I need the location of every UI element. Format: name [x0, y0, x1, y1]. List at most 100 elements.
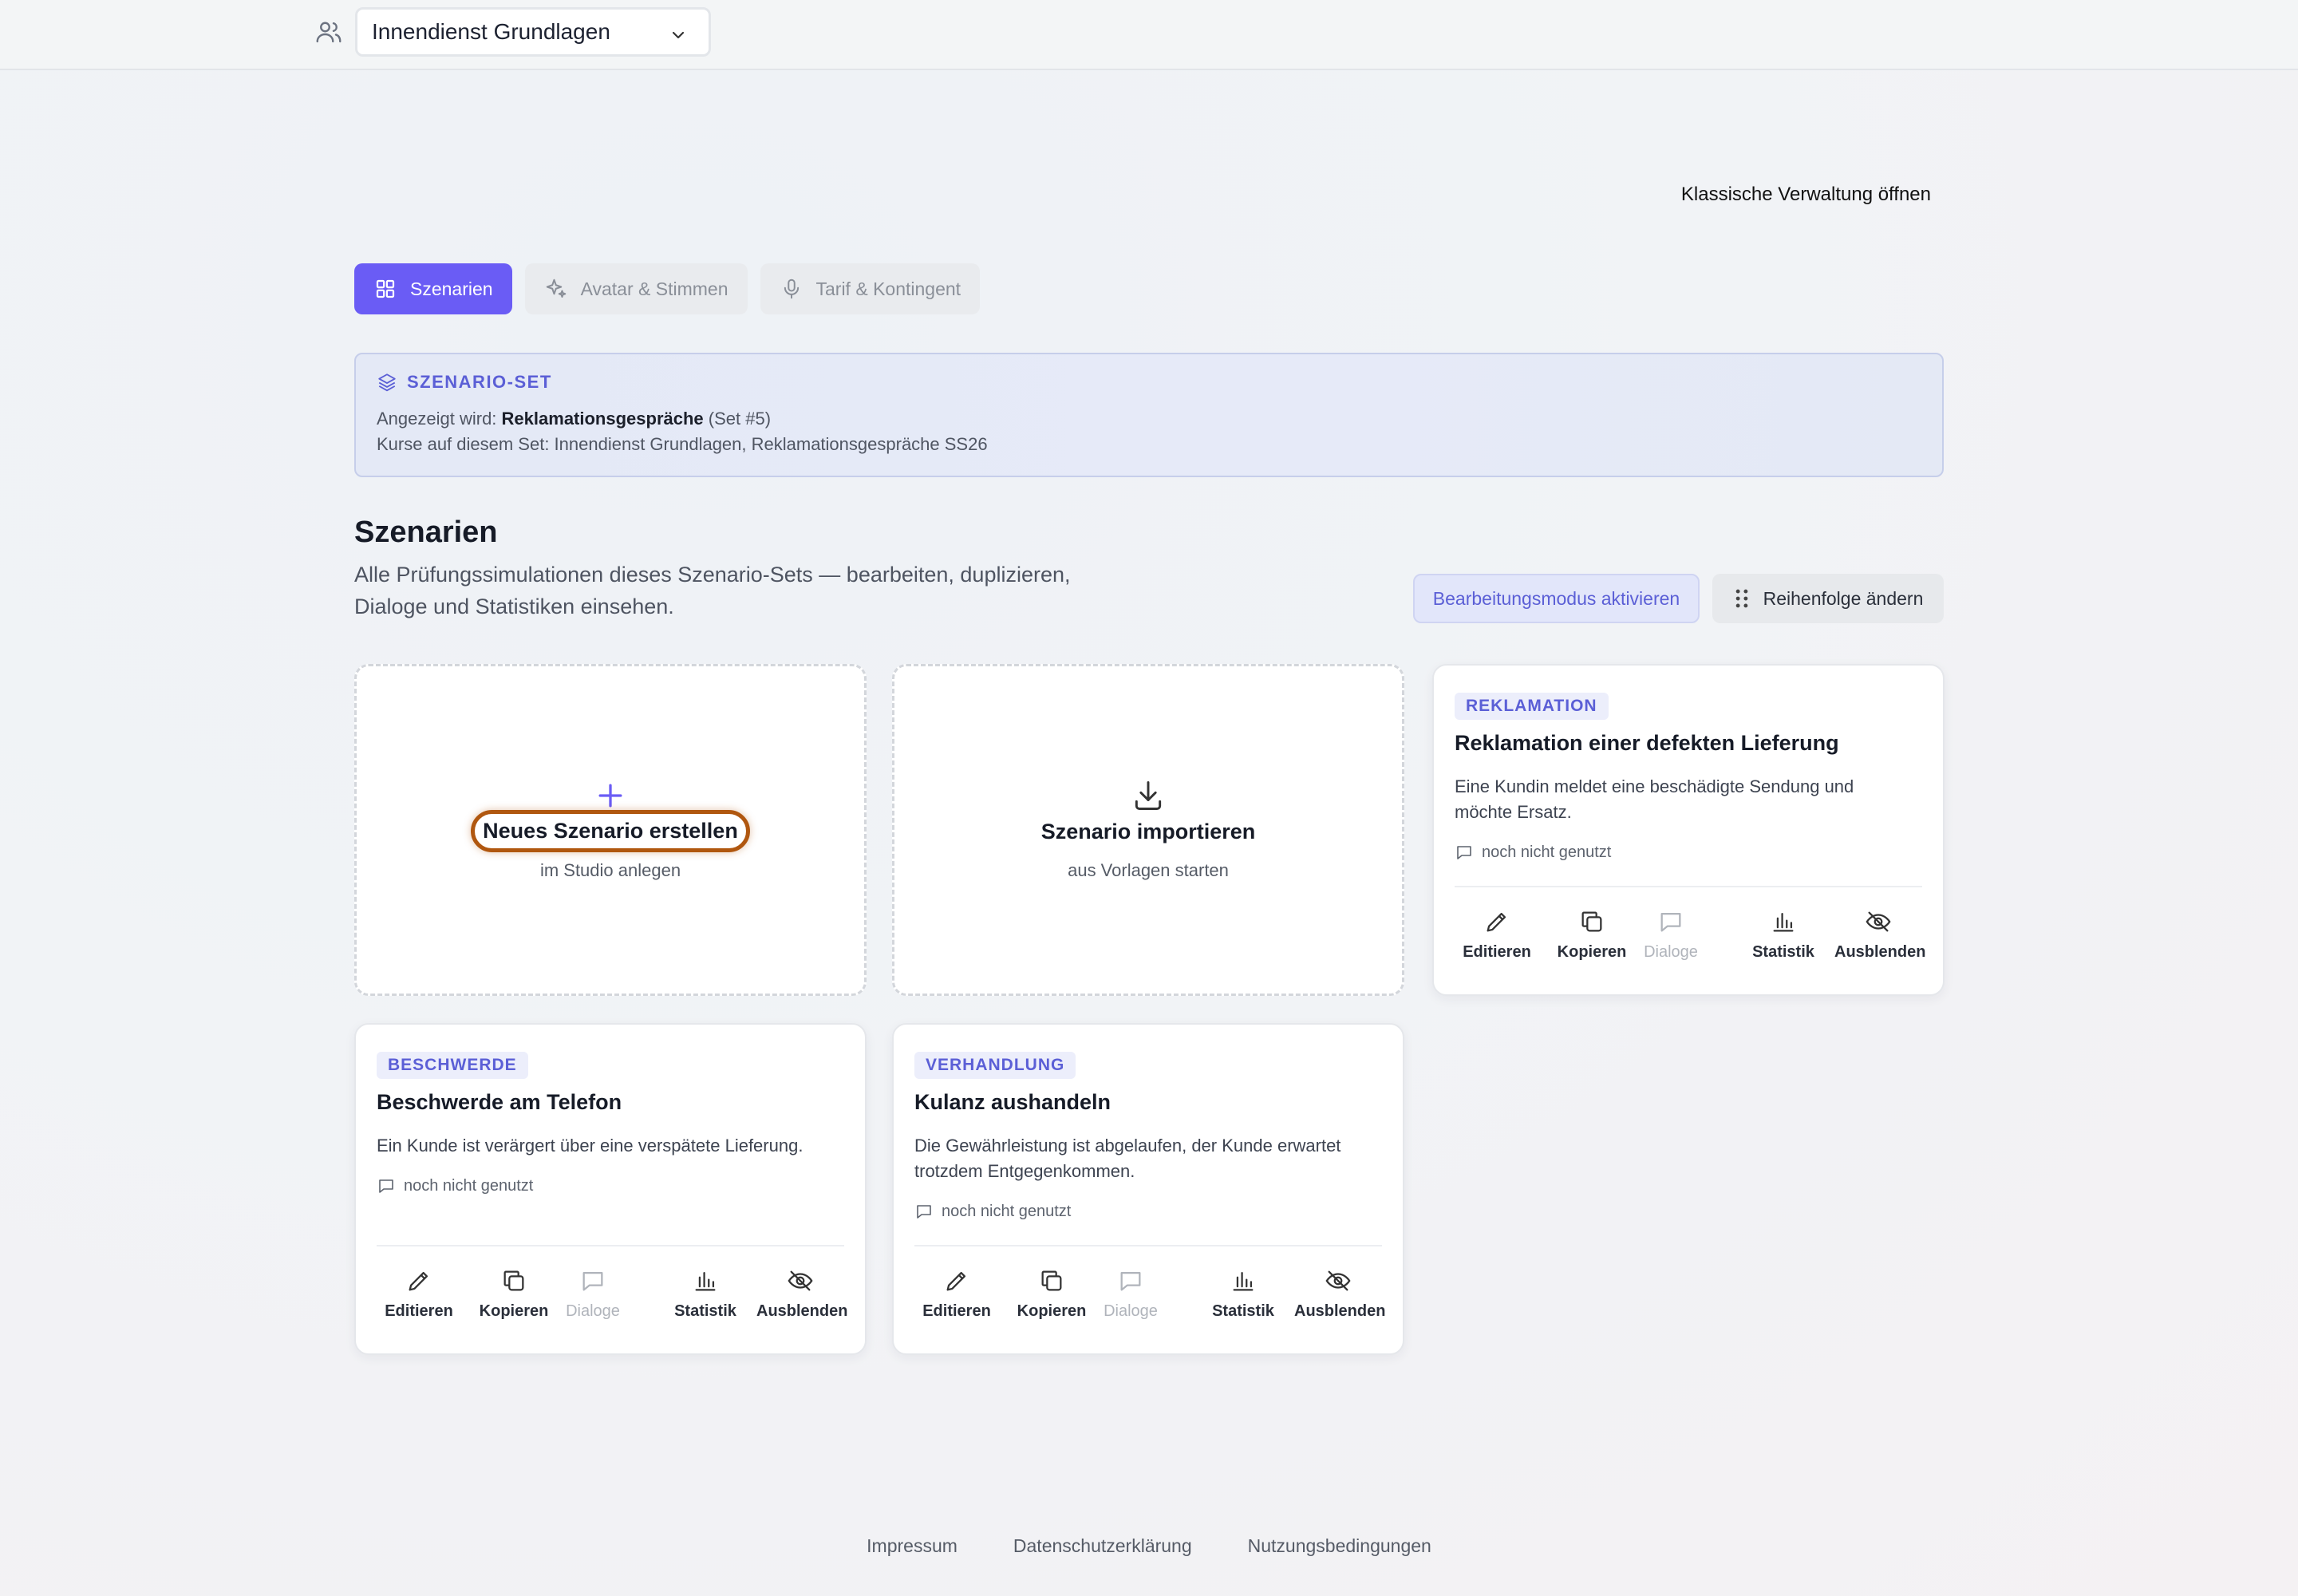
- import-scenario-title: Szenario importieren: [1040, 820, 1256, 843]
- edit-button[interactable]: Editieren: [913, 1267, 1001, 1321]
- chevron-down-icon: [672, 31, 685, 39]
- scenario-usage-text: noch nicht genutzt: [404, 1176, 534, 1195]
- shown-prefix: Angezeigt wird:: [377, 409, 497, 429]
- tab-plan-quota[interactable]: Tarif & Kontingent: [760, 263, 981, 314]
- copy-button[interactable]: Kopieren: [1548, 908, 1636, 962]
- edit-label: Editieren: [385, 1302, 453, 1320]
- reorder-button[interactable]: Reihenfolge ändern: [1712, 574, 1944, 623]
- scenario-description: Die Gewährleistung ist abgelaufen, der K…: [914, 1136, 1341, 1181]
- course-select[interactable]: Innendienst Grundlagen: [355, 7, 711, 57]
- users-icon: [316, 22, 342, 43]
- scenario-tag: BESCHWERDE: [377, 1052, 528, 1079]
- scenario-tag: REKLAMATION: [1455, 693, 1609, 720]
- pencil-icon: [946, 1271, 966, 1291]
- copy-icon: [1581, 911, 1602, 932]
- copy-icon: [1041, 1270, 1062, 1291]
- statistics-label: Statistik: [674, 1302, 736, 1320]
- scenario-set-courses: Kurse auf diesem Set: Innendienst Grundl…: [377, 434, 988, 454]
- scenario-tag: VERHANDLUNG: [914, 1052, 1076, 1079]
- create-scenario-card[interactable]: Neues Szenario erstellen im Studio anleg…: [354, 664, 867, 996]
- layers-icon: [378, 373, 396, 392]
- tab-label: Tarif & Kontingent: [815, 278, 961, 299]
- shown-set-id: (Set #5): [708, 409, 772, 429]
- tab-label: Avatar & Stimmen: [580, 278, 728, 299]
- dialogs-label: Dialoge: [566, 1302, 620, 1320]
- copy-label: Kopieren: [1017, 1302, 1087, 1320]
- statistics-button[interactable]: Statistik: [661, 1267, 749, 1321]
- scenario-actions: Editieren Kopieren Dialoge Statistik Aus…: [356, 1267, 865, 1339]
- hide-label: Ausblenden: [1294, 1302, 1386, 1320]
- dialogs-button[interactable]: Dialoge: [549, 1267, 637, 1321]
- scenario-usage: noch nicht genutzt: [1455, 843, 1611, 862]
- scenario-description: Eine Kundin meldet eine beschädigte Send…: [1455, 776, 1854, 822]
- hide-button[interactable]: Ausblenden: [1294, 1267, 1386, 1321]
- dialogs-button[interactable]: Dialoge: [1627, 908, 1715, 962]
- import-scenario-card[interactable]: Szenario importieren aus Vorlagen starte…: [892, 664, 1404, 996]
- hide-button[interactable]: Ausblenden: [1834, 908, 1926, 962]
- footer-impressum-link[interactable]: Impressum: [867, 1535, 958, 1557]
- scenario-title: Beschwerde am Telefon: [377, 1090, 622, 1114]
- scenario-actions: Editieren Kopieren Dialoge Statistik Aus…: [894, 1267, 1403, 1339]
- footer-privacy-link[interactable]: Datenschutzerklärung: [1013, 1535, 1192, 1557]
- scenario-card: VERHANDLUNG Kulanz aushandeln Die Gewähr…: [892, 1023, 1404, 1355]
- chat-bubble-icon: [379, 1179, 393, 1193]
- download-icon: [1135, 781, 1162, 810]
- scenario-title: Kulanz aushandeln: [914, 1090, 1111, 1114]
- drag-handle-icon: [1735, 589, 1747, 608]
- scenario-actions: Editieren Kopieren Dialoge Statistik Aus…: [1434, 908, 1943, 980]
- tab-avatar-voices[interactable]: Avatar & Stimmen: [524, 263, 748, 314]
- sparkles-icon: [546, 279, 566, 298]
- statistics-label: Statistik: [1752, 943, 1814, 961]
- card-divider: [1455, 886, 1922, 887]
- create-scenario-title[interactable]: Neues Szenario erstellen: [471, 810, 750, 852]
- scenario-usage: noch nicht genutzt: [377, 1176, 533, 1195]
- statistics-button[interactable]: Statistik: [1739, 908, 1827, 962]
- scenario-set-shown: Angezeigt wird: Reklamationsgespräche (S…: [377, 409, 771, 429]
- dialogs-label: Dialoge: [1644, 943, 1698, 961]
- copy-label: Kopieren: [1557, 943, 1627, 961]
- statistics-label: Statistik: [1212, 1302, 1274, 1320]
- create-scenario-sub: im Studio anlegen: [539, 860, 681, 880]
- statistics-button[interactable]: Statistik: [1199, 1267, 1287, 1321]
- chat-bubble-icon: [1457, 846, 1471, 859]
- edit-mode-button[interactable]: Bearbeitungsmodus aktivieren: [1413, 574, 1700, 623]
- reorder-label: Reihenfolge ändern: [1763, 587, 1924, 609]
- section-title: Szenarien: [354, 516, 498, 549]
- chat-bubble-icon: [917, 1205, 931, 1219]
- scenario-set-info: SZENARIO-SET Angezeigt wird: Reklamation…: [354, 353, 1944, 477]
- copy-button[interactable]: Kopieren: [470, 1267, 558, 1321]
- eye-off-icon: [1866, 911, 1891, 932]
- copy-button[interactable]: Kopieren: [1008, 1267, 1096, 1321]
- card-divider: [377, 1245, 844, 1246]
- bar-chart-icon: [1773, 912, 1794, 932]
- scenario-usage-text: noch nicht genutzt: [1482, 843, 1612, 861]
- dialogs-label: Dialoge: [1104, 1302, 1158, 1320]
- hide-label: Ausblenden: [756, 1302, 848, 1320]
- footer-terms-link[interactable]: Nutzungsbedingungen: [1248, 1535, 1431, 1557]
- chat-bubble-icon: [1120, 1271, 1141, 1291]
- scenario-usage-text: noch nicht genutzt: [942, 1202, 1072, 1220]
- eye-off-icon: [1325, 1270, 1351, 1291]
- tab-scenarios[interactable]: Szenarien: [354, 263, 512, 314]
- dialogs-button[interactable]: Dialoge: [1087, 1267, 1175, 1321]
- grid-icon: [376, 279, 395, 298]
- edit-button[interactable]: Editieren: [1453, 908, 1541, 962]
- scenario-set-heading-text: SZENARIO-SET: [407, 372, 552, 392]
- pencil-icon: [409, 1271, 428, 1291]
- edit-button[interactable]: Editieren: [375, 1267, 463, 1321]
- scenario-usage: noch nicht genutzt: [914, 1202, 1071, 1221]
- classic-admin-link[interactable]: Klassische Verwaltung öffnen: [1668, 184, 1931, 206]
- bar-chart-icon: [1233, 1271, 1254, 1291]
- bar-chart-icon: [695, 1271, 716, 1291]
- section-description: Alle Prüfungssimulationen dieses Szenari…: [354, 563, 1071, 618]
- plus-icon: [598, 784, 622, 808]
- edit-label: Editieren: [1463, 943, 1531, 961]
- microphone-icon: [784, 279, 799, 299]
- tab-label: Szenarien: [410, 278, 493, 299]
- footer: Impressum Datenschutzerklärung Nutzungsb…: [0, 1535, 2298, 1557]
- scenario-card: REKLAMATION Reklamation einer defekten L…: [1432, 664, 1945, 996]
- chat-bubble-icon: [582, 1271, 603, 1291]
- scenario-set-heading: SZENARIO-SET: [377, 372, 552, 393]
- hide-button[interactable]: Ausblenden: [756, 1267, 848, 1321]
- hide-label: Ausblenden: [1834, 943, 1926, 961]
